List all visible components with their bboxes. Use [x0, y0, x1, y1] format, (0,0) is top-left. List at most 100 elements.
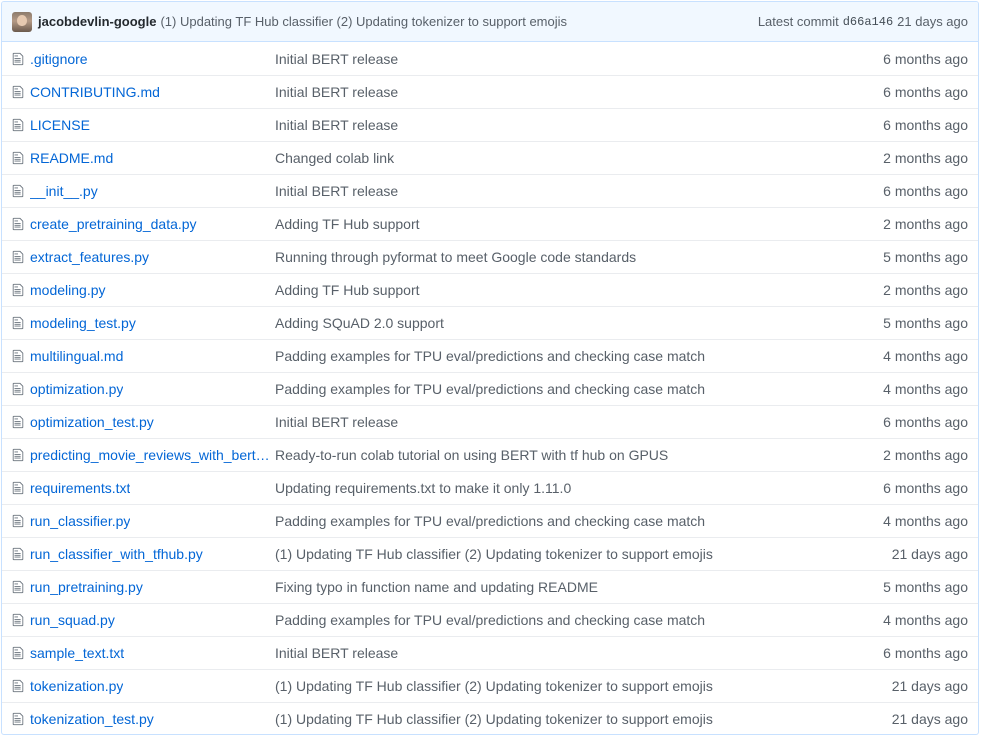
file-name-link[interactable]: modeling.py: [30, 282, 106, 298]
file-commit-message-link[interactable]: Initial BERT release: [275, 117, 873, 133]
file-icon: [12, 349, 24, 363]
file-row: modeling_test.py Adding SQuAD 2.0 support…: [2, 306, 978, 339]
file-name-link[interactable]: extract_features.py: [30, 249, 149, 265]
file-name-cell: run_classifier_with_tfhub.py: [12, 546, 275, 562]
file-name-link[interactable]: __init__.py: [30, 183, 98, 199]
file-commit-age: 4 months ago: [883, 348, 968, 364]
file-name-link[interactable]: README.md: [30, 150, 113, 166]
file-name-cell: run_classifier.py: [12, 513, 275, 529]
file-commit-message-link[interactable]: Initial BERT release: [275, 414, 873, 430]
file-row: optimization_test.py Initial BERT release…: [2, 405, 978, 438]
file-row: __init__.py Initial BERT release 6 months …: [2, 174, 978, 207]
file-name-link[interactable]: run_classifier_with_tfhub.py: [30, 546, 203, 562]
file-name-cell: extract_features.py: [12, 249, 275, 265]
file-name-cell: predicting_movie_reviews_with_bert…: [12, 447, 275, 463]
file-icon: [12, 580, 24, 594]
file-name-link[interactable]: sample_text.txt: [30, 645, 124, 661]
file-icon: [12, 217, 24, 231]
file-icon: [12, 382, 24, 396]
file-commit-age: 6 months ago: [883, 183, 968, 199]
file-name-cell: optimization_test.py: [12, 414, 275, 430]
file-row: modeling.py Adding TF Hub support 2 months…: [2, 273, 978, 306]
file-commit-message-link[interactable]: Adding SQuAD 2.0 support: [275, 315, 873, 331]
file-commit-message-link[interactable]: Adding TF Hub support: [275, 216, 873, 232]
file-row: README.md Changed colab link 2 months ago: [2, 141, 978, 174]
file-commit-age: 5 months ago: [883, 315, 968, 331]
file-name-link[interactable]: requirements.txt: [30, 480, 130, 496]
file-commit-message-link[interactable]: Padding examples for TPU eval/prediction…: [275, 513, 873, 529]
file-commit-message-link[interactable]: Initial BERT release: [275, 84, 873, 100]
file-name-cell: README.md: [12, 150, 275, 166]
file-row: multilingual.md Padding examples for TPU …: [2, 339, 978, 372]
file-icon: [12, 613, 24, 627]
author-avatar[interactable]: [12, 11, 32, 32]
file-commit-age: 6 months ago: [883, 480, 968, 496]
file-name-cell: run_squad.py: [12, 612, 275, 628]
file-commit-message-link[interactable]: Changed colab link: [275, 150, 873, 166]
file-commit-message-link[interactable]: Updating requirements.txt to make it onl…: [275, 480, 873, 496]
commit-author-link[interactable]: jacobdevlin-google: [38, 14, 156, 29]
file-row: .gitignore Initial BERT release 6 months a…: [2, 42, 978, 75]
file-commit-age: 2 months ago: [883, 447, 968, 463]
file-icon: [12, 118, 24, 132]
file-row: predicting_movie_reviews_with_bert… Ready…: [2, 438, 978, 471]
file-name-link[interactable]: optimization_test.py: [30, 414, 154, 430]
file-row: extract_features.py Running through pyfor…: [2, 240, 978, 273]
file-name-cell: multilingual.md: [12, 348, 275, 364]
file-name-cell: CONTRIBUTING.md: [12, 84, 275, 100]
commit-sha-link[interactable]: d66a146: [843, 15, 893, 29]
file-browser: jacobdevlin-google (1) Updating TF Hub c…: [1, 1, 979, 735]
file-row: run_classifier.py Padding examples for TP…: [2, 504, 978, 537]
file-name-link[interactable]: predicting_movie_reviews_with_bert…: [30, 447, 270, 463]
file-icon: [12, 283, 24, 297]
file-commit-message-link[interactable]: (1) Updating TF Hub classifier (2) Updat…: [275, 678, 882, 694]
file-commit-message-link[interactable]: Fixing typo in function name and updatin…: [275, 579, 873, 595]
file-commit-age: 21 days ago: [891, 546, 968, 562]
file-commit-age: 6 months ago: [883, 117, 968, 133]
file-commit-message-link[interactable]: Adding TF Hub support: [275, 282, 873, 298]
file-commit-message-link[interactable]: (1) Updating TF Hub classifier (2) Updat…: [275, 546, 882, 562]
file-name-link[interactable]: tokenization_test.py: [30, 711, 154, 727]
file-name-cell: tokenization_test.py: [12, 711, 275, 727]
file-commit-message-link[interactable]: Initial BERT release: [275, 645, 873, 661]
file-name-link[interactable]: CONTRIBUTING.md: [30, 84, 160, 100]
file-icon: [12, 250, 24, 264]
file-row: tokenization.py (1) Updating TF Hub class…: [2, 669, 978, 702]
commit-age: 21 days ago: [897, 14, 968, 29]
file-row: run_pretraining.py Fixing typo in functio…: [2, 570, 978, 603]
file-name-link[interactable]: LICENSE: [30, 117, 90, 133]
file-commit-age: 4 months ago: [883, 612, 968, 628]
file-list: .gitignore Initial BERT release 6 months a…: [2, 42, 978, 734]
file-icon: [12, 151, 24, 165]
file-row: requirements.txt Updating requirements.tx…: [2, 471, 978, 504]
file-name-cell: modeling.py: [12, 282, 275, 298]
file-icon: [12, 184, 24, 198]
file-name-link[interactable]: modeling_test.py: [30, 315, 136, 331]
file-commit-age: 2 months ago: [883, 282, 968, 298]
file-name-link[interactable]: run_classifier.py: [30, 513, 130, 529]
file-commit-message-link[interactable]: Ready-to-run colab tutorial on using BER…: [275, 447, 873, 463]
file-row: create_pretraining_data.py Adding TF Hub …: [2, 207, 978, 240]
file-name-cell: optimization.py: [12, 381, 275, 397]
file-commit-age: 2 months ago: [883, 150, 968, 166]
file-name-link[interactable]: .gitignore: [30, 51, 88, 67]
file-commit-message-link[interactable]: Initial BERT release: [275, 183, 873, 199]
file-name-cell: LICENSE: [12, 117, 275, 133]
file-commit-age: 6 months ago: [883, 414, 968, 430]
file-commit-message-link[interactable]: Initial BERT release: [275, 51, 873, 67]
file-name-link[interactable]: multilingual.md: [30, 348, 123, 364]
file-commit-message-link[interactable]: Running through pyformat to meet Google …: [275, 249, 873, 265]
file-commit-message-link[interactable]: (1) Updating TF Hub classifier (2) Updat…: [275, 711, 882, 727]
file-row: sample_text.txt Initial BERT release 6 mon…: [2, 636, 978, 669]
file-name-link[interactable]: tokenization.py: [30, 678, 123, 694]
commit-message-link[interactable]: (1) Updating TF Hub classifier (2) Updat…: [160, 14, 567, 29]
file-name-cell: __init__.py: [12, 183, 275, 199]
file-commit-age: 2 months ago: [883, 216, 968, 232]
file-commit-message-link[interactable]: Padding examples for TPU eval/prediction…: [275, 612, 873, 628]
file-name-link[interactable]: run_squad.py: [30, 612, 115, 628]
file-commit-message-link[interactable]: Padding examples for TPU eval/prediction…: [275, 348, 873, 364]
file-name-link[interactable]: run_pretraining.py: [30, 579, 143, 595]
file-commit-message-link[interactable]: Padding examples for TPU eval/prediction…: [275, 381, 873, 397]
file-name-link[interactable]: optimization.py: [30, 381, 123, 397]
file-name-link[interactable]: create_pretraining_data.py: [30, 216, 197, 232]
